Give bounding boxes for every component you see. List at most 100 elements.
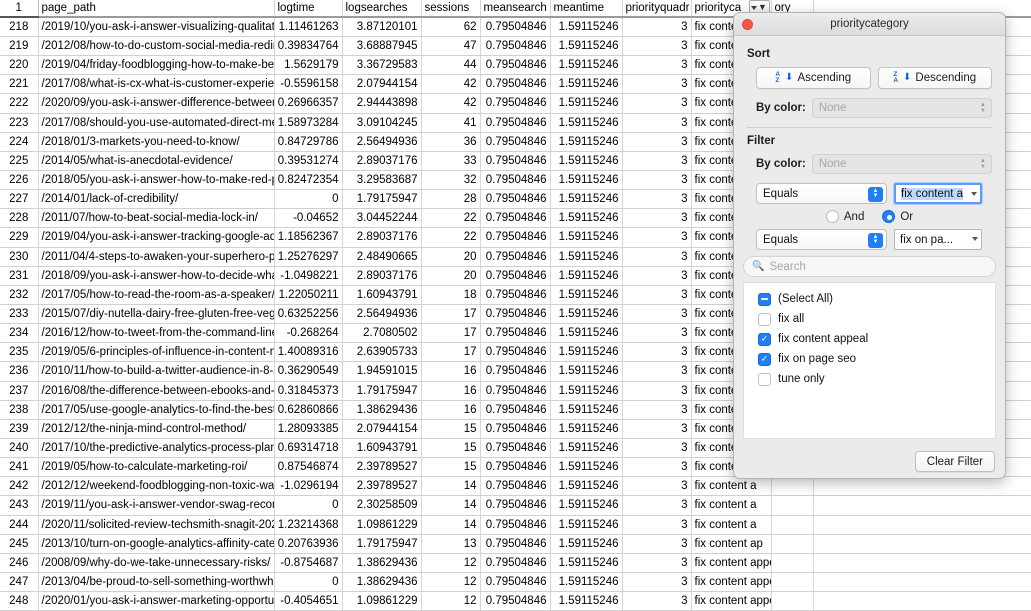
cell-meansearch[interactable]: 0.79504846 (480, 304, 551, 325)
row-number[interactable]: 231 (0, 266, 39, 286)
cell-page_path[interactable]: /2018/09/you-ask-i-answer-how-to-decide-… (38, 266, 275, 286)
cell-logtime[interactable]: 1.5629179 (274, 55, 343, 76)
cell-meantime[interactable]: 1.59115246 (550, 438, 623, 459)
cell-logtime[interactable]: 0 (274, 189, 343, 210)
row-number[interactable]: 232 (0, 285, 39, 305)
filter-list-item[interactable]: tune only (744, 369, 995, 389)
empty-cell[interactable] (813, 572, 1031, 593)
cell-page_path[interactable]: /2017/05/use-google-analytics-to-find-th… (38, 400, 275, 420)
cell-logtime[interactable]: -0.5596158 (274, 74, 343, 95)
cell-sessions[interactable]: 15 (421, 419, 481, 439)
cell-logtime[interactable]: 0.69314718 (274, 438, 343, 459)
cell-sessions[interactable]: 47 (421, 36, 481, 57)
filter-join-or[interactable]: Or (882, 210, 913, 223)
filter-operator-select-2[interactable]: Equals ▲ ▼ (756, 229, 887, 250)
row-number[interactable]: 224 (0, 132, 39, 152)
cell-sessions[interactable]: 16 (421, 381, 481, 401)
cell-sessions[interactable]: 14 (421, 515, 481, 535)
row-number[interactable]: 229 (0, 227, 39, 248)
cell-sessions[interactable]: 13 (421, 534, 481, 554)
cell-sessions[interactable]: 17 (421, 342, 481, 363)
cell-page_path[interactable]: /2019/05/how-to-calculate-marketing-roi/ (38, 457, 275, 478)
cell-meantime[interactable]: 1.59115246 (550, 132, 623, 152)
cell-page_path[interactable]: /2019/04/you-ask-i-answer-tracking-googl… (38, 227, 275, 248)
cell-logsearches[interactable]: 2.56494936 (342, 132, 422, 152)
cell-meantime[interactable]: 1.59115246 (550, 381, 623, 401)
row-number[interactable]: 243 (0, 495, 39, 516)
column-header-page_path[interactable]: page_path (38, 0, 275, 18)
cell-meantime[interactable]: 1.59115246 (550, 151, 623, 171)
cell-meantime[interactable]: 1.59115246 (550, 170, 623, 191)
column-header-meansearch[interactable]: meansearch (480, 0, 551, 18)
cell-sessions[interactable]: 41 (421, 113, 481, 133)
cell-sessions[interactable]: 15 (421, 438, 481, 459)
row-number[interactable]: 241 (0, 457, 39, 478)
cell-logtime[interactable]: 0.26966357 (274, 93, 343, 114)
cell-priorityquadrant[interactable]: 3 (622, 457, 692, 478)
cell-page_path[interactable]: /2013/04/be-proud-to-sell-something-wort… (38, 572, 275, 593)
cell-meantime[interactable]: 1.59115246 (550, 247, 623, 267)
cell-logsearches[interactable]: 1.79175947 (342, 189, 422, 210)
row-number[interactable]: 225 (0, 151, 39, 171)
cell-sessions[interactable]: 22 (421, 208, 481, 229)
cell-prioritycategory[interactable]: fix content appeal (691, 572, 772, 593)
filter-list-item[interactable]: ✓ fix on page seo (744, 349, 995, 369)
cell-priorityquadrant[interactable]: 3 (622, 93, 692, 114)
cell-logsearches[interactable]: 1.60943791 (342, 285, 422, 305)
cell-logtime[interactable]: 0.62860866 (274, 400, 343, 420)
cell-page_path[interactable]: /2011/04/4-steps-to-awaken-your-superher… (38, 247, 275, 267)
cell-meantime[interactable]: 1.59115246 (550, 457, 623, 478)
cell-page_path[interactable]: /2012/12/weekend-foodblogging-non-toxic-… (38, 476, 275, 497)
empty-cell[interactable] (771, 515, 814, 535)
cell-logsearches[interactable]: 1.38629436 (342, 400, 422, 420)
column-header-meantime[interactable]: meantime (550, 0, 623, 18)
sort-descending-button[interactable]: ZA ⬇ Descending (877, 67, 992, 89)
row-number[interactable]: 234 (0, 323, 39, 344)
cell-logsearches[interactable]: 3.68887945 (342, 36, 422, 57)
empty-cell[interactable] (813, 495, 1031, 516)
cell-logsearches[interactable]: 3.04452244 (342, 208, 422, 229)
cell-priorityquadrant[interactable]: 3 (622, 208, 692, 229)
cell-logtime[interactable]: 0 (274, 495, 343, 516)
cell-meansearch[interactable]: 0.79504846 (480, 572, 551, 593)
row-number[interactable]: 226 (0, 170, 39, 191)
cell-logtime[interactable]: 1.22050211 (274, 285, 343, 305)
cell-meansearch[interactable]: 0.79504846 (480, 419, 551, 439)
cell-meansearch[interactable]: 0.79504846 (480, 227, 551, 248)
cell-priorityquadrant[interactable]: 3 (622, 515, 692, 535)
cell-page_path[interactable]: /2019/05/6-principles-of-influence-in-co… (38, 342, 275, 363)
cell-page_path[interactable]: /2018/05/you-ask-i-answer-how-to-make-re… (38, 170, 275, 191)
cell-meansearch[interactable]: 0.79504846 (480, 170, 551, 191)
row-number[interactable]: 218 (0, 17, 39, 37)
cell-meantime[interactable]: 1.59115246 (550, 266, 623, 286)
filter-by-color-select[interactable]: None ▲ ▼ (811, 154, 992, 174)
cell-priorityquadrant[interactable]: 3 (622, 591, 692, 611)
cell-logtime[interactable]: -0.04652 (274, 208, 343, 229)
table-row[interactable]: 245/2013/10/turn-on-google-analytics-aff… (0, 534, 1031, 554)
cell-sessions[interactable]: 33 (421, 151, 481, 171)
cell-meantime[interactable]: 1.59115246 (550, 113, 623, 133)
cell-page_path[interactable]: /2016/12/how-to-tweet-from-the-command-l… (38, 323, 275, 344)
cell-priorityquadrant[interactable]: 3 (622, 476, 692, 497)
row-number[interactable]: 235 (0, 342, 39, 363)
cell-meantime[interactable]: 1.59115246 (550, 342, 623, 363)
cell-sessions[interactable]: 17 (421, 323, 481, 344)
empty-cell[interactable] (813, 591, 1031, 611)
cell-priorityquadrant[interactable]: 3 (622, 323, 692, 344)
cell-meansearch[interactable]: 0.79504846 (480, 591, 551, 611)
filter-value-list[interactable]: (Select All) fix all ✓ fix content appeal ✓ f… (743, 282, 996, 439)
cell-priorityquadrant[interactable]: 3 (622, 572, 692, 593)
cell-meantime[interactable]: 1.59115246 (550, 55, 623, 76)
cell-meansearch[interactable]: 0.79504846 (480, 113, 551, 133)
checkbox-icon[interactable]: ✓ (758, 352, 771, 366)
cell-page_path[interactable]: /2019/04/friday-foodblogging-how-to-make… (38, 55, 275, 76)
cell-priorityquadrant[interactable]: 3 (622, 534, 692, 554)
cell-meansearch[interactable]: 0.79504846 (480, 17, 551, 37)
cell-meansearch[interactable]: 0.79504846 (480, 342, 551, 363)
cell-logtime[interactable]: 1.11461263 (274, 17, 343, 37)
cell-logsearches[interactable]: 3.09104245 (342, 113, 422, 133)
cell-logsearches[interactable]: 1.38629436 (342, 572, 422, 593)
row-number[interactable]: 228 (0, 208, 39, 229)
row-number[interactable]: 240 (0, 438, 39, 459)
row-number[interactable]: 237 (0, 381, 39, 401)
